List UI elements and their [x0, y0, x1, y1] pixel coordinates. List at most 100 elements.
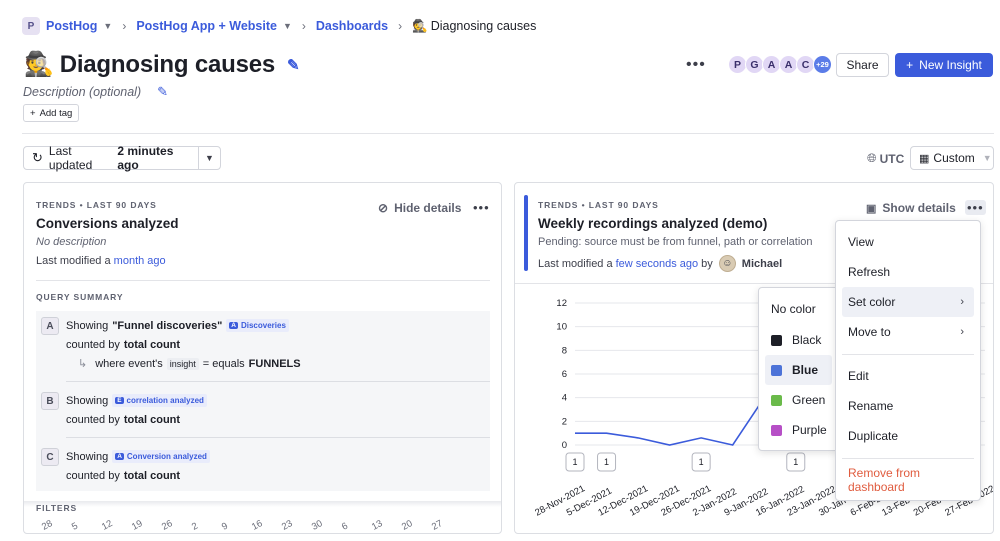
series-counted: counted by total count — [66, 470, 180, 482]
background-axis-labels: 28 5 12 19 26 2 9 16 23 30 6 13 20 27 — [24, 509, 501, 533]
menu-item-label: Rename — [848, 399, 894, 413]
action-type-icon: A — [115, 453, 124, 460]
new-insight-label: New Insight — [919, 58, 982, 72]
card-kicker: TRENDS • LAST 90 DAYS — [36, 200, 157, 210]
refresh-button[interactable]: ↻ Last updated 2 minutes ago — [24, 144, 199, 172]
edit-pencil-icon[interactable]: ✎ — [157, 84, 168, 100]
card-last-modified: Last modified a few seconds ago by ☺ Mic… — [538, 255, 782, 272]
card-description: No description — [36, 236, 107, 248]
menu-item-label: Edit — [848, 369, 869, 383]
card-title[interactable]: Conversions analyzed — [36, 216, 179, 231]
modified-time-link[interactable]: month ago — [114, 255, 166, 267]
author-name: Michael — [741, 257, 783, 270]
more-options-icon[interactable]: ••• — [686, 56, 706, 74]
menu-item-label: Refresh — [848, 265, 891, 279]
breadcrumb: P PostHog ▼ › PostHog App + Website ▼ › Da… — [22, 14, 536, 38]
calendar-icon: ▦ — [919, 152, 930, 165]
breadcrumb-org[interactable]: PostHog ▼ — [46, 19, 112, 33]
color-option-purple[interactable]: Purple — [765, 415, 832, 445]
edit-pencil-icon[interactable]: ✎ — [287, 56, 300, 74]
insight-card-conversions[interactable]: TRENDS • LAST 90 DAYS Conversions analyz… — [23, 182, 502, 534]
axis-tick-label: 26 — [160, 518, 175, 533]
breadcrumb-dashboards[interactable]: Dashboards — [316, 19, 388, 33]
timezone-indicator[interactable]: 🌐︎ UTC — [867, 151, 904, 166]
card-last-modified: Last modified a month ago — [36, 255, 166, 267]
color-option-black[interactable]: Black — [765, 325, 832, 355]
last-updated-value: 2 minutes ago — [117, 144, 174, 172]
color-swatch — [771, 394, 782, 406]
menu-item-label: Remove from dashboard — [848, 466, 921, 494]
chevron-right-icon: › — [398, 19, 403, 33]
color-option-none[interactable]: No color — [765, 294, 832, 324]
avatar: ☺ — [718, 255, 736, 272]
color-option-green[interactable]: Green — [765, 385, 832, 415]
breadcrumb-current: 🕵️ Diagnosing causes — [412, 19, 536, 34]
menu-item-set-color[interactable]: Set color › — [842, 287, 974, 317]
axis-tick-label: 13 — [370, 518, 385, 533]
counted-value: total count — [123, 339, 181, 351]
color-option-blue[interactable]: Blue — [765, 355, 832, 385]
axis-tick-label: 2 — [190, 520, 200, 533]
series-letter: C — [41, 448, 59, 466]
breadcrumb-project[interactable]: PostHog App + Website ▼ — [136, 19, 292, 33]
menu-item-edit[interactable]: Edit — [842, 361, 974, 391]
annotation-count: 1 — [572, 457, 577, 467]
divider — [66, 437, 490, 438]
hide-details-button[interactable]: ⊘ Hide details — [378, 201, 461, 215]
menu-item-move-to[interactable]: Move to › — [842, 317, 974, 347]
chevron-down-icon: ▼ — [205, 153, 214, 163]
plus-icon: + — [30, 107, 36, 119]
share-button[interactable]: Share — [836, 53, 889, 77]
action-tag[interactable]: A Conversion analyzed — [112, 450, 210, 463]
modified-by: by — [701, 257, 713, 270]
y-tick-label: 2 — [562, 416, 567, 427]
collaborator-avatars[interactable]: P G A A C +29 — [728, 55, 832, 74]
menu-item-view[interactable]: View — [842, 227, 974, 257]
card-context-menu: View Refresh Set color › Move to › Edit Re… — [835, 220, 981, 501]
subdirectory-arrow-icon: ↳ — [78, 358, 88, 370]
property-chip: insight — [166, 357, 199, 370]
menu-item-rename[interactable]: Rename — [842, 391, 974, 421]
series-event-name: "Funnel discoveries" — [112, 319, 223, 332]
modified-prefix: Last modified a — [538, 257, 613, 270]
description-input[interactable]: Description (optional) — [23, 85, 141, 99]
modified-time-link[interactable]: few seconds ago — [616, 258, 699, 270]
series-letter: B — [41, 392, 59, 410]
card-more-icon[interactable]: ••• — [965, 200, 986, 215]
counted-prefix: counted by — [66, 414, 120, 426]
annotation-count: 1 — [699, 457, 704, 467]
detective-emoji: 🕵️ — [24, 51, 54, 78]
menu-item-duplicate[interactable]: Duplicate — [842, 421, 974, 451]
color-swatch — [771, 334, 782, 346]
menu-item-remove-from-dashboard[interactable]: Remove from dashboard — [842, 465, 974, 495]
card-title[interactable]: Weekly recordings analyzed (demo) — [538, 216, 767, 231]
axis-tick-label: 30 — [310, 518, 325, 533]
detective-emoji: 🕵️ — [412, 18, 428, 33]
chevron-right-icon: › — [960, 296, 964, 308]
axis-tick-label: 19 — [130, 518, 145, 533]
add-tag-button[interactable]: + Add tag — [23, 104, 80, 122]
action-tag[interactable]: A Discoveries — [226, 319, 289, 332]
page-title-text[interactable]: Diagnosing causes — [60, 51, 276, 79]
axis-tick-label: 27 — [430, 518, 445, 533]
color-option-label: Blue — [792, 363, 819, 377]
date-range-select[interactable]: ▦ Custom ▼ — [910, 146, 994, 170]
panel-shadow — [24, 501, 501, 507]
menu-item-label: View — [848, 235, 874, 249]
refresh-icon: ↻ — [32, 150, 43, 165]
series-line: Showing Ecorrelation analyzed — [66, 394, 207, 407]
divider — [22, 133, 994, 134]
counted-value: total count — [123, 470, 181, 482]
divider — [36, 280, 490, 281]
series-line: Showing A Conversion analyzed — [66, 450, 210, 463]
workspace-badge[interactable]: P — [22, 17, 40, 35]
refresh-dropdown-button[interactable]: ▼ — [199, 153, 220, 163]
new-insight-button[interactable]: + New Insight — [895, 53, 993, 77]
menu-item-refresh[interactable]: Refresh — [842, 257, 974, 287]
show-details-button[interactable]: ▣ Show details — [866, 201, 956, 215]
card-more-icon[interactable]: ••• — [473, 200, 490, 215]
action-tag-label: Conversion analyzed — [126, 452, 207, 461]
event-tag[interactable]: Ecorrelation analyzed — [112, 394, 207, 407]
show-details-label: Show details — [882, 201, 956, 215]
breadcrumb-project-label: PostHog App + Website — [136, 19, 277, 33]
